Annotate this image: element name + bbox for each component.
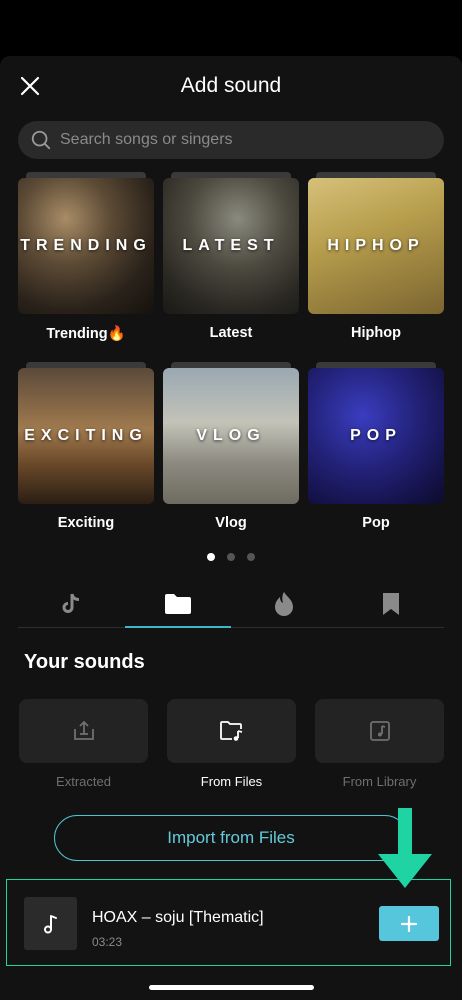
- tile-overlay-text: HIPHOP: [327, 237, 425, 254]
- page-dot-1[interactable]: [207, 553, 215, 561]
- music-note-icon: [43, 914, 57, 933]
- search-bar[interactable]: Search songs or singers: [18, 121, 444, 159]
- song-thumbnail: [24, 897, 77, 950]
- category-label: Vlog: [215, 515, 247, 531]
- category-tile-exciting[interactable]: EXCITING: [18, 368, 154, 504]
- tab-saved[interactable]: [338, 580, 445, 627]
- source-label: From Library: [342, 774, 417, 789]
- bookmark-icon: [382, 592, 399, 615]
- category-label: Trending🔥: [46, 326, 126, 342]
- category-tile-pop[interactable]: POP: [308, 368, 444, 504]
- tile-overlay-text: VLOG: [196, 427, 266, 444]
- category-tile-trending[interactable]: TRENDING: [18, 178, 154, 314]
- category-label: Latest: [209, 325, 253, 341]
- source-from-files-button[interactable]: [167, 699, 296, 763]
- source-label: From Files: [200, 774, 263, 789]
- category-tile-latest[interactable]: LATEST: [163, 178, 299, 314]
- import-from-files-button[interactable]: Import from Files: [54, 815, 408, 861]
- search-icon: [31, 130, 51, 150]
- sound-source-tabs: [18, 580, 444, 628]
- arrow-down-icon: [378, 808, 432, 888]
- page-title: Add sound: [180, 74, 282, 97]
- folder-icon: [164, 593, 191, 614]
- folder-music-icon: [219, 721, 242, 741]
- plus-icon: [401, 915, 417, 932]
- page-dot-2[interactable]: [227, 553, 235, 561]
- tile-overlay-text: EXCITING: [24, 427, 148, 444]
- category-label: Hiphop: [351, 325, 401, 341]
- tile-overlay-text: TRENDING: [20, 237, 152, 254]
- section-title: Your sounds: [24, 651, 145, 673]
- tab-trending[interactable]: [231, 580, 338, 627]
- source-extracted-button[interactable]: [19, 699, 148, 763]
- source-label: Extracted: [56, 774, 111, 789]
- pagination-dots: [0, 553, 462, 561]
- category-tile-vlog[interactable]: VLOG: [163, 368, 299, 504]
- tab-files[interactable]: [124, 580, 232, 628]
- tile-overlay-text: POP: [350, 427, 402, 444]
- search-input[interactable]: Search songs or singers: [60, 131, 233, 149]
- tiktok-icon: [62, 593, 80, 613]
- source-from-library-button[interactable]: [315, 699, 444, 763]
- tile-overlay-text: LATEST: [182, 237, 280, 254]
- fire-icon: [275, 591, 294, 616]
- home-indicator[interactable]: [149, 985, 314, 990]
- page-dot-3[interactable]: [247, 553, 255, 561]
- music-library-icon: [369, 721, 390, 741]
- category-tile-hiphop[interactable]: HIPHOP: [308, 178, 444, 314]
- song-title: HOAX – soju [Thematic]: [92, 909, 264, 926]
- song-list-item[interactable]: HOAX – soju [Thematic] 03:23: [6, 879, 451, 966]
- add-song-button[interactable]: [379, 906, 439, 941]
- category-label: Exciting: [57, 515, 115, 531]
- extract-icon: [73, 720, 94, 740]
- category-label: Pop: [362, 515, 390, 531]
- song-duration: 03:23: [92, 935, 123, 949]
- tab-tiktok[interactable]: [18, 580, 125, 627]
